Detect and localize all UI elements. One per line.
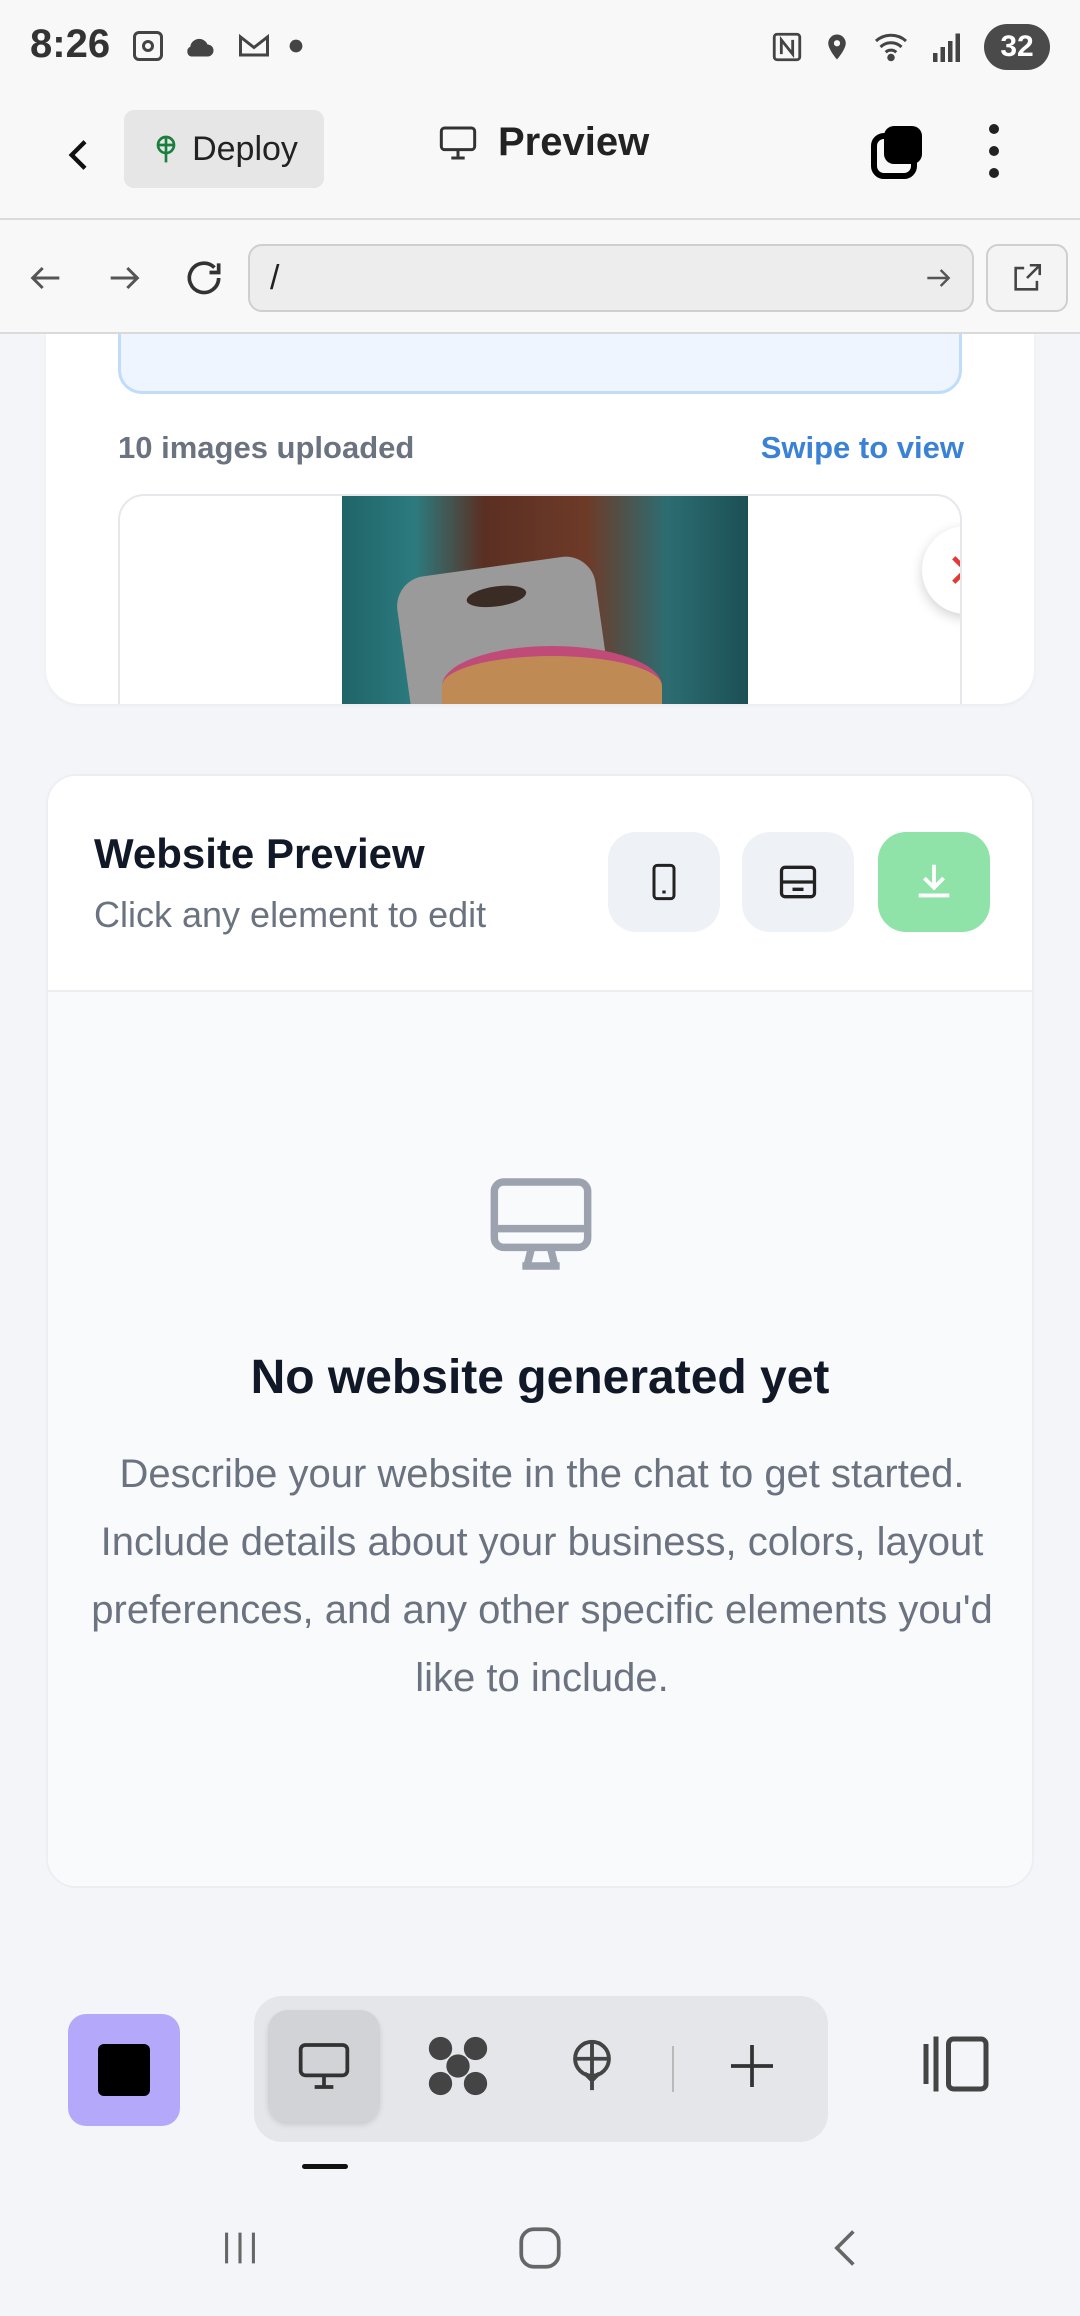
cloud-icon [187, 38, 214, 57]
system-icons: 32 [770, 24, 1050, 70]
deploy-label: Deploy [192, 129, 298, 168]
kebab-dot [989, 168, 999, 178]
preview-title: Preview [436, 120, 649, 165]
go-arrow-icon[interactable] [922, 262, 954, 294]
monitor-icon [439, 126, 477, 159]
chevron-left-icon [68, 140, 87, 170]
page-title: Preview [498, 120, 650, 164]
open-external-button[interactable] [986, 244, 1068, 312]
add-button[interactable] [696, 2010, 808, 2122]
toolbar-divider [672, 2046, 674, 2092]
gmail-icon [239, 33, 269, 57]
url-input[interactable]: / [248, 244, 974, 312]
download-icon [918, 864, 950, 898]
tablet-landscape-icon [779, 865, 817, 899]
screenshot-icon [133, 31, 163, 61]
close-icon [952, 556, 960, 584]
kebab-dot [989, 146, 999, 156]
tabs-button[interactable] [866, 122, 926, 182]
tablet-view-button[interactable] [742, 832, 854, 932]
mode-switcher [254, 1996, 828, 2142]
arrow-right-icon [110, 266, 140, 290]
preview-empty-state: No website generated yet Describe your w… [48, 992, 1032, 1886]
apps-blob-icon [428, 2036, 488, 2096]
battery-indicator: 32 [984, 24, 1050, 70]
monitor-icon [298, 2043, 350, 2089]
reload-icon [187, 261, 221, 295]
deploy-button[interactable]: Deploy [124, 110, 324, 188]
empty-state-description: Describe your website in the chat to get… [91, 1452, 993, 1700]
swipe-to-view-link[interactable]: Swipe to view [761, 430, 964, 466]
signal-icon [933, 33, 960, 62]
nav-back-button[interactable] [18, 250, 74, 306]
home-icon [519, 2227, 561, 2269]
stop-square-icon [98, 2044, 150, 2096]
wifi-icon [875, 33, 907, 62]
split-view-icon [923, 2036, 989, 2092]
image-carousel[interactable] [118, 494, 962, 704]
empty-state-title: No website generated yet [250, 1351, 830, 1404]
app-header: Deploy Preview [0, 96, 1080, 220]
phone-icon [652, 863, 676, 901]
location-icon [828, 34, 846, 60]
system-back-button[interactable] [816, 2218, 876, 2278]
stop-button[interactable] [68, 2014, 180, 2126]
deploy-mode-button[interactable] [536, 2010, 648, 2122]
split-view-button[interactable] [918, 2024, 994, 2104]
preview-mode-button[interactable] [268, 2010, 380, 2122]
website-preview-card: Website Preview Click any element to edi… [46, 774, 1034, 1888]
status-bar: 8:26 32 [0, 0, 1080, 96]
home-button[interactable] [510, 2218, 570, 2278]
back-button[interactable] [50, 120, 110, 190]
uploaded-image [342, 496, 748, 704]
deploy-icon [573, 2039, 611, 2091]
system-navigation-bar [0, 2180, 1080, 2316]
remove-image-button[interactable] [922, 526, 960, 614]
mobile-view-button[interactable] [608, 832, 720, 932]
more-options-button[interactable] [972, 118, 1016, 184]
url-text: / [270, 258, 280, 297]
arrow-left-icon [30, 266, 60, 290]
preview-heading: Website Preview [94, 830, 425, 877]
nfc-icon [772, 32, 802, 62]
kebab-dot [989, 124, 999, 134]
status-time: 8:26 [30, 22, 111, 66]
recent-apps-button[interactable] [210, 2218, 270, 2278]
nav-forward-button[interactable] [96, 250, 152, 306]
reload-button[interactable] [176, 250, 232, 306]
desktop-icon [490, 1178, 592, 1270]
preview-header: Website Preview Click any element to edi… [48, 776, 1032, 992]
back-icon [834, 2230, 855, 2266]
plus-icon [731, 2045, 773, 2087]
dot-icon [289, 39, 303, 53]
bottom-toolbar [0, 1950, 1080, 2180]
external-link-icon [1014, 263, 1042, 291]
uploaded-count: 10 images uploaded [118, 430, 415, 465]
browser-toolbar: / [0, 220, 1080, 334]
apps-mode-button[interactable] [402, 2010, 514, 2122]
deploy-icon [156, 135, 176, 163]
notification-icons [130, 28, 304, 64]
tabs-icon [871, 126, 922, 179]
active-tab-indicator [302, 2164, 348, 2169]
preview-subheading: Click any element to edit [94, 894, 487, 935]
upload-dropzone[interactable] [118, 334, 962, 394]
download-button[interactable] [878, 832, 990, 932]
image-upload-card: 10 images uploaded Swipe to view [46, 334, 1034, 704]
recents-icon [225, 2232, 255, 2264]
